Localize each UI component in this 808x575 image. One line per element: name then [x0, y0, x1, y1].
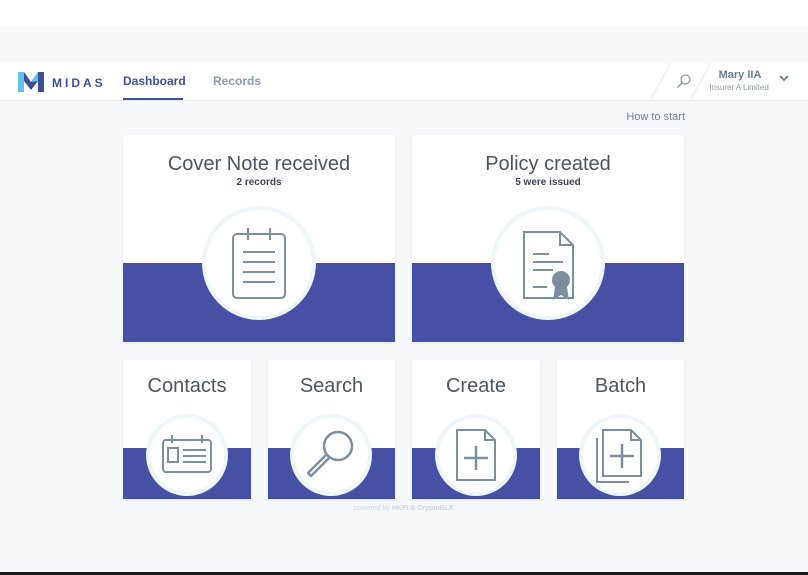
- certificate-icon: [523, 231, 574, 300]
- footer-prefix: powered by: [353, 505, 391, 512]
- card-subtitle: 2 records: [236, 177, 282, 188]
- card-title: Create: [445, 375, 507, 397]
- chevron-down-icon[interactable]: [778, 73, 790, 83]
- user-name[interactable]: Mary IIA: [708, 69, 772, 81]
- card-icon-circle: [150, 418, 224, 492]
- card-title: Contacts: [147, 375, 227, 397]
- cover-note-card[interactable]: Cover Note received 2 records: [123, 135, 395, 342]
- card-icon-circle: [583, 418, 657, 492]
- document-stack-icon: [596, 429, 642, 483]
- magnifier-icon: [306, 430, 354, 478]
- active-tab-indicator: [123, 98, 183, 100]
- card-icon-circle: [294, 418, 368, 492]
- card-title: Policy created: [485, 153, 611, 175]
- policy-card[interactable]: Policy created 5 were issued: [412, 135, 684, 342]
- card-title: Batch: [594, 375, 647, 397]
- card-icon-circle: [206, 210, 312, 316]
- search-icon[interactable]: [676, 73, 692, 89]
- search-card[interactable]: Search: [268, 360, 395, 499]
- top-nav-bar: MIDAS Dashboard Records Mary IIA Insurer…: [0, 63, 808, 101]
- powered-by-footer: powered by HKFI & CryptoBLK: [0, 505, 808, 512]
- card-subtitle: 5 were issued: [515, 177, 581, 188]
- contact-card-icon: [162, 435, 212, 473]
- card-icon-circle: [439, 418, 513, 492]
- user-company: Insurer A Limited: [709, 83, 769, 92]
- new-document-icon: [456, 429, 496, 481]
- midas-logo-icon[interactable]: [16, 68, 46, 94]
- divider: [650, 63, 671, 100]
- contacts-card[interactable]: Contacts: [123, 360, 251, 499]
- card-title: Cover Note received: [167, 153, 351, 175]
- app-logo-text: MIDAS: [52, 76, 106, 90]
- nav-tab-records[interactable]: Records: [213, 74, 261, 88]
- footer-brands: HKFI & CryptoBLK: [391, 505, 455, 512]
- nav-tab-dashboard[interactable]: Dashboard: [123, 74, 186, 88]
- app-background: [0, 27, 808, 572]
- clipboard-icon: [232, 228, 286, 299]
- create-card[interactable]: Create: [412, 360, 540, 499]
- batch-card[interactable]: Batch: [557, 360, 684, 499]
- card-icon-circle: [495, 210, 601, 316]
- card-title: Search: [299, 375, 364, 397]
- how-to-start-link[interactable]: How to start: [600, 111, 685, 123]
